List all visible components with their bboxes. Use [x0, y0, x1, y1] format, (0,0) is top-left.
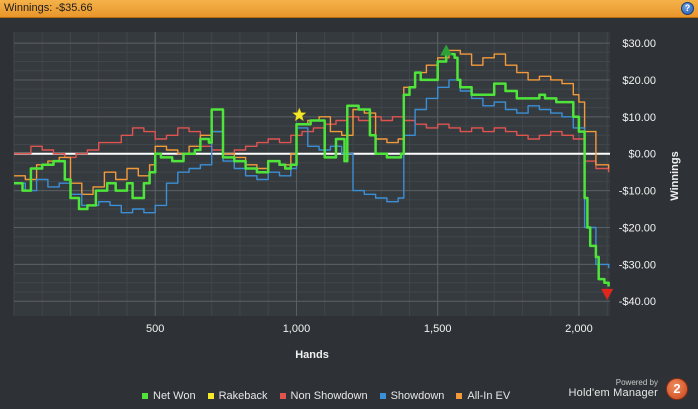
legend-item-net-won[interactable]: Net Won: [142, 390, 196, 402]
legend-label: All-In EV: [467, 390, 511, 402]
x-axis-label: Hands: [295, 349, 329, 361]
y-tick-label: -$20.00: [619, 222, 656, 234]
legend-label: Showdown: [390, 390, 445, 402]
help-icon[interactable]: ?: [681, 2, 694, 15]
y-tick-label: $10.00: [622, 112, 656, 124]
brand-badge-icon: 2: [666, 378, 688, 400]
legend-item-non-showdown[interactable]: Non Showdown: [279, 390, 368, 402]
y-tick-label: -$10.00: [619, 186, 656, 198]
winnings-chart: $30.00 $20.00 $10.00 $0.00 -$10.00 -$20.00 -$3…: [13, 32, 681, 361]
y-tick-labels: $30.00 $20.00 $10.00 $0.00 -$10.00 -$20.00 -$3…: [619, 38, 656, 308]
legend-swatch: [379, 393, 386, 399]
y-axis-label: Winnings: [669, 151, 681, 200]
legend-swatch: [456, 393, 463, 399]
title-bar: Winnings: -$35.66 ?: [0, 0, 698, 18]
legend-label: Rakeback: [218, 390, 268, 402]
legend-item-all-in-ev[interactable]: All-In EV: [456, 390, 510, 402]
legend-label: Non Showdown: [290, 390, 368, 402]
x-tick-label: 1,500: [424, 323, 452, 335]
legend-swatch: [279, 393, 286, 399]
y-tick-label: $0.00: [628, 149, 656, 161]
legend-swatch: [207, 393, 214, 399]
winnings-title: Winnings: -$35.66: [4, 2, 93, 14]
legend-item-rakeback[interactable]: Rakeback: [207, 390, 268, 402]
legend-item-showdown[interactable]: Showdown: [379, 390, 445, 402]
x-tick-label: 500: [146, 323, 164, 335]
brand-logo: Powered by Hold'em Manager 2: [558, 377, 688, 405]
brand-name: Hold'em Manager: [568, 387, 658, 399]
x-tick-label: 2,000: [565, 323, 593, 335]
graph-window: Winnings: -$35.66 ? $30.00 $20.00 $10.00 $0…: [0, 0, 698, 409]
x-tick-labels: 500 1,000 1,500 2,000: [146, 323, 593, 335]
legend-label: Net Won: [153, 390, 196, 402]
legend-swatch: [142, 393, 148, 399]
y-tick-label: -$30.00: [619, 259, 656, 271]
x-tick-label: 1,000: [283, 323, 311, 335]
chart-legend: Net Won Rakeback Non Showdown Showdown All-I…: [142, 389, 522, 403]
y-tick-label: -$40.00: [619, 296, 656, 308]
powered-by-text: Powered by: [615, 378, 658, 387]
y-tick-label: $20.00: [622, 75, 656, 87]
y-tick-label: $30.00: [622, 38, 656, 50]
